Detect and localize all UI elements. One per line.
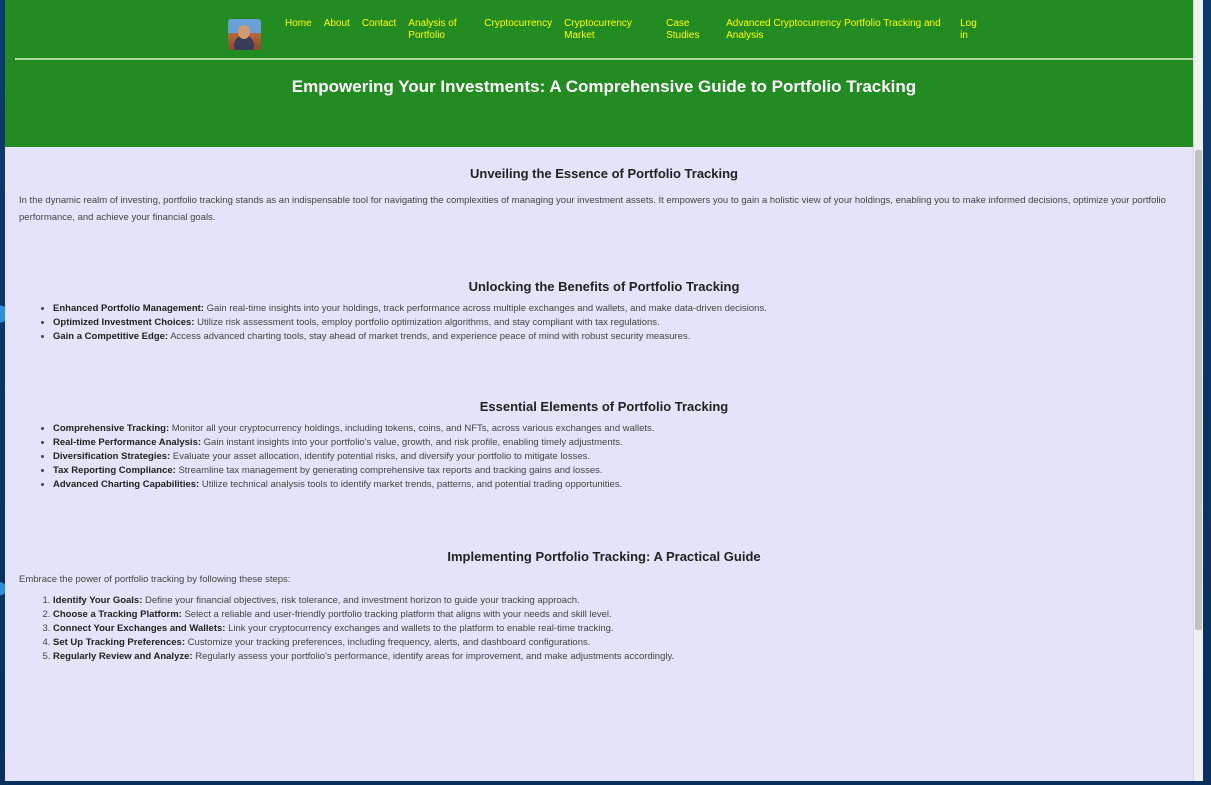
nav-link-cryptocurrency-market[interactable]: Cryptocurrency Market (564, 18, 644, 42)
page-title: Empowering Your Investments: A Comprehen… (291, 77, 917, 96)
list-item-term: Tax Reporting Compliance: (53, 465, 176, 476)
list-item-term: Advanced Charting Capabilities: (53, 479, 200, 490)
list-item: Real-time Performance Analysis: Gain ins… (53, 436, 1189, 450)
list-item: Gain a Competitive Edge: Access advanced… (53, 330, 1189, 344)
nav-item-login: Log in (960, 18, 977, 42)
nav-item-crypto-market: Cryptocurrency Market (564, 18, 644, 42)
nav-item-analysis: Analysis of Portfolio (408, 18, 474, 42)
list-item-desc: Streamline tax management by generating … (178, 465, 603, 476)
list-item-term: Connect Your Exchanges and Wallets: (53, 623, 226, 634)
nav-link-log-in[interactable]: Log in (960, 18, 977, 42)
list-item-desc: Utilize risk assessment tools, employ po… (197, 317, 660, 328)
nav-item-home: Home (285, 18, 312, 30)
list-item-desc: Select a reliable and user-friendly port… (184, 609, 612, 620)
list-item-desc: Gain real-time insights into your holdin… (206, 303, 767, 314)
nav-item-advanced: Advanced Cryptocurrency Portfolio Tracki… (726, 18, 952, 42)
section-implementing: Implementing Portfolio Tracking: A Pract… (19, 549, 1189, 664)
nav-link-contact[interactable]: Contact (362, 18, 396, 30)
nav-item-cryptocurrency: Cryptocurrency (484, 18, 552, 30)
list-item: Choose a Tracking Platform: Select a rel… (53, 608, 1189, 622)
list-item: Connect Your Exchanges and Wallets: Link… (53, 622, 1189, 636)
vertical-scrollbar[interactable] (1193, 0, 1203, 781)
list-item-term: Enhanced Portfolio Management: (53, 303, 204, 314)
scrollbar-thumb[interactable] (1195, 150, 1202, 630)
section-benefits: Unlocking the Benefits of Portfolio Trac… (19, 279, 1189, 344)
nav-link-advanced-tracking[interactable]: Advanced Cryptocurrency Portfolio Tracki… (726, 18, 952, 42)
list-item-desc: Regularly assess your portfolio's perfor… (195, 651, 675, 662)
list-item: Comprehensive Tracking: Monitor all your… (53, 422, 1189, 436)
list-item-desc: Define your financial objectives, risk t… (145, 595, 580, 606)
list-item: Diversification Strategies: Evaluate you… (53, 450, 1189, 464)
nav-item-about: About (324, 18, 350, 30)
list-item: Regularly Review and Analyze: Regularly … (53, 650, 1189, 664)
list-item: Optimized Investment Choices: Utilize ri… (53, 316, 1189, 330)
nav-link-case-studies[interactable]: Case Studies (666, 18, 702, 42)
list-item-term: Set Up Tracking Preferences: (53, 637, 185, 648)
section-text-essence: In the dynamic realm of investing, portf… (19, 195, 1166, 223)
list-item: Tax Reporting Compliance: Streamline tax… (53, 464, 1189, 478)
list-item-term: Diversification Strategies: (53, 451, 171, 462)
main-content: Unveiling the Essence of Portfolio Track… (5, 166, 1203, 664)
list-item-desc: Access advanced charting tools, stay ahe… (170, 331, 691, 342)
elements-list: Comprehensive Tracking: Monitor all your… (19, 422, 1189, 492)
nav-link-cryptocurrency[interactable]: Cryptocurrency (484, 18, 552, 30)
main-nav: Home About Contact Analysis of Portfolio… (228, 18, 988, 50)
section-essence: Unveiling the Essence of Portfolio Track… (19, 166, 1189, 226)
list-item-desc: Monitor all your cryptocurrency holdings… (171, 423, 655, 434)
list-item-term: Identify Your Goals: (53, 595, 143, 606)
list-item-desc: Utilize technical analysis tools to iden… (201, 479, 623, 490)
steps-list: Identify Your Goals: Define your financi… (19, 594, 1189, 664)
nav-link-home[interactable]: Home (285, 18, 312, 30)
list-item-term: Gain a Competitive Edge: (53, 331, 169, 342)
section-elements: Essential Elements of Portfolio Tracking… (19, 399, 1189, 492)
header-divider (15, 58, 1193, 60)
list-item-term: Optimized Investment Choices: (53, 317, 195, 328)
site-logo[interactable] (228, 19, 261, 50)
section-heading-essence: Unveiling the Essence of Portfolio Track… (470, 166, 738, 181)
section-heading-implementing: Implementing Portfolio Tracking: A Pract… (447, 549, 761, 564)
benefits-list: Enhanced Portfolio Management: Gain real… (19, 302, 1189, 344)
list-item: Identify Your Goals: Define your financi… (53, 594, 1189, 608)
section-heading-elements: Essential Elements of Portfolio Tracking (479, 399, 729, 414)
list-item-desc: Customize your tracking preferences, inc… (187, 637, 591, 648)
site-header: Home About Contact Analysis of Portfolio… (5, 0, 1203, 147)
nav-item-contact: Contact (362, 18, 396, 30)
list-item-desc: Evaluate your asset allocation, identify… (172, 451, 591, 462)
browser-page: Home About Contact Analysis of Portfolio… (5, 0, 1203, 781)
list-item-term: Real-time Performance Analysis: (53, 437, 202, 448)
list-item-term: Regularly Review and Analyze: (53, 651, 193, 662)
nav-link-about[interactable]: About (324, 18, 350, 30)
section-heading-benefits: Unlocking the Benefits of Portfolio Trac… (468, 279, 740, 294)
list-item-desc: Gain instant insights into your portfoli… (203, 437, 623, 448)
list-item-desc: Link your cryptocurrency exchanges and w… (228, 623, 614, 634)
section-intro-implementing: Embrace the power of portfolio tracking … (19, 574, 291, 585)
nav-link-analysis-of-portfolio[interactable]: Analysis of Portfolio (408, 18, 474, 42)
list-item-term: Choose a Tracking Platform: (53, 609, 182, 620)
nav-item-case-studies: Case Studies (666, 18, 702, 42)
list-item: Set Up Tracking Preferences: Customize y… (53, 636, 1189, 650)
list-item: Enhanced Portfolio Management: Gain real… (53, 302, 1189, 316)
list-item: Advanced Charting Capabilities: Utilize … (53, 478, 1189, 492)
list-item-term: Comprehensive Tracking: (53, 423, 170, 434)
